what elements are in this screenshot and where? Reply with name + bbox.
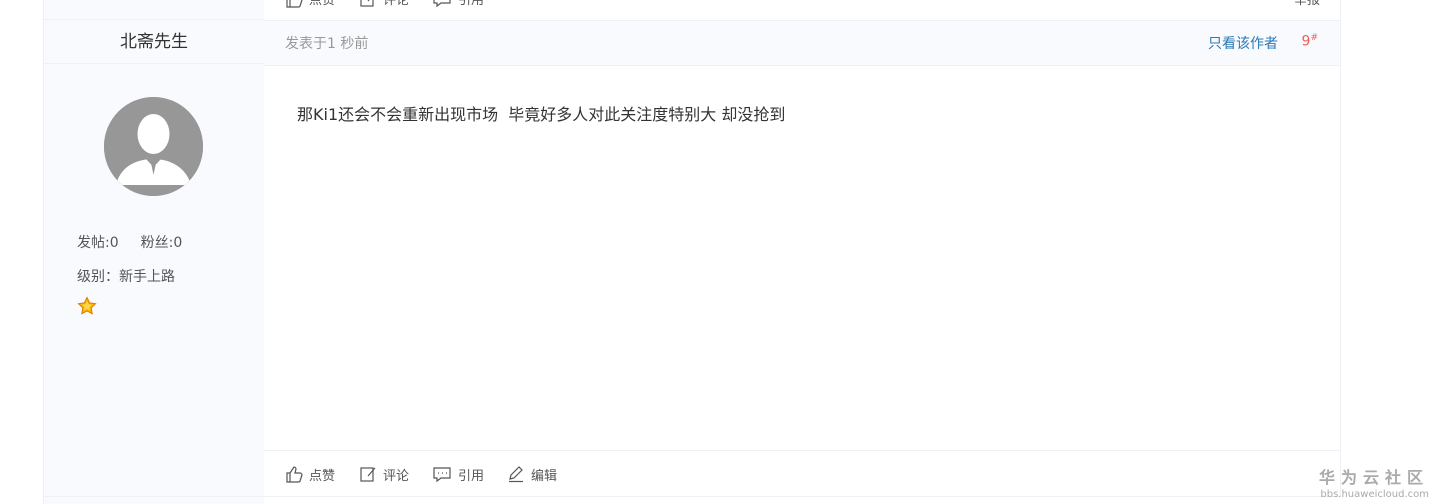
comment-button[interactable]: 评论 — [359, 451, 409, 497]
post-body: 那Ki1还会不会重新出现市场 毕竟好多人对此关注度特别大 却没抢到 — [264, 65, 1341, 450]
prev-quote-button[interactable]: 引用 — [432, 0, 484, 8]
post-time: 发表于1 秒前 — [285, 36, 369, 52]
prev-report-button[interactable]: 举报 — [1294, 0, 1320, 8]
quote-bubble-icon — [433, 467, 451, 483]
author-fans-count: 粉丝:0 — [140, 235, 183, 251]
author-posts-count: 发帖:0 — [77, 235, 119, 251]
edit-button[interactable]: 编辑 — [507, 451, 557, 497]
prev-like-label: 点赞 — [309, 0, 336, 8]
floor-mark: # — [1310, 33, 1318, 43]
prev-like-button[interactable]: 点赞 — [285, 0, 335, 8]
comment-edit-icon — [360, 0, 374, 7]
floor-number: 9# — [1302, 33, 1318, 50]
author-sidebar: 北斋先生 发帖:0 粉丝:0 级别：新手上路 — [43, 0, 264, 504]
edit-label: 编辑 — [531, 468, 558, 484]
bottom-divider — [43, 496, 1341, 497]
watermark-url: bbs.huaweicloud.com — [1320, 489, 1429, 500]
forum-post-page: 点赞 评论 引用 举报 北斋先生 发帖:0 粉丝:0 级别：新手上路 发表于1 … — [0, 0, 1441, 504]
like-label: 点赞 — [309, 468, 336, 484]
comment-edit-icon — [360, 467, 376, 482]
post-action-bar: 点赞 评论 引用 编辑 — [264, 450, 1341, 497]
previous-post-action-bar: 点赞 评论 引用 举报 — [264, 0, 1341, 20]
prev-report-label: 举报 — [1293, 0, 1320, 8]
comment-label: 评论 — [383, 468, 410, 484]
level-star-icon — [77, 296, 97, 316]
prev-comment-label: 评论 — [383, 0, 410, 8]
prev-comment-button[interactable]: 评论 — [359, 0, 409, 8]
thumbs-up-icon — [286, 466, 303, 483]
sidebar-divider-name — [44, 63, 264, 64]
prev-quote-label: 引用 — [458, 0, 485, 8]
sidebar-divider-top — [44, 19, 264, 20]
watermark-title: 华为云社区 — [1318, 468, 1429, 487]
author-level: 级别：新手上路 — [77, 269, 175, 285]
author-name[interactable]: 北斋先生 — [44, 22, 264, 62]
quote-bubble-icon — [433, 0, 451, 8]
quote-label: 引用 — [458, 468, 485, 484]
thumbs-up-icon — [286, 0, 303, 8]
post-content: 那Ki1还会不会重新出现市场 毕竟好多人对此关注度特别大 却没抢到 — [297, 105, 786, 124]
author-stats: 发帖:0 粉丝:0 — [77, 232, 204, 252]
default-user-avatar-icon — [104, 97, 203, 196]
post-header: 发表于1 秒前 只看该作者 9# — [264, 20, 1341, 66]
watermark: 华为云社区 bbs.huaweicloud.com — [1319, 464, 1429, 500]
quote-button[interactable]: 引用 — [432, 451, 484, 497]
like-button[interactable]: 点赞 — [285, 451, 335, 497]
pencil-icon — [509, 466, 523, 483]
avatar[interactable] — [104, 97, 203, 196]
only-author-link[interactable]: 只看该作者 — [1208, 33, 1278, 53]
